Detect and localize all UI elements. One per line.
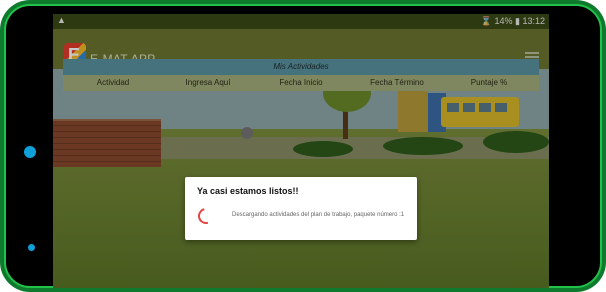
dialog-title: Ya casi estamos listos!! bbox=[197, 186, 299, 196]
app-screen: ▲ ⌛ 14% ▮ 13:12 E E-MAT APP bbox=[53, 14, 549, 288]
dialog-message: Descargando actividades del plan de trab… bbox=[232, 212, 405, 218]
modal-overlay bbox=[53, 14, 549, 288]
spinner-icon bbox=[195, 205, 217, 227]
sensor-dot bbox=[28, 244, 35, 251]
loading-dialog: Ya casi estamos listos!! Descargando act… bbox=[185, 177, 417, 240]
camera-dot bbox=[24, 146, 36, 158]
tablet-frame: ▲ ⌛ 14% ▮ 13:12 E E-MAT APP bbox=[0, 0, 606, 292]
